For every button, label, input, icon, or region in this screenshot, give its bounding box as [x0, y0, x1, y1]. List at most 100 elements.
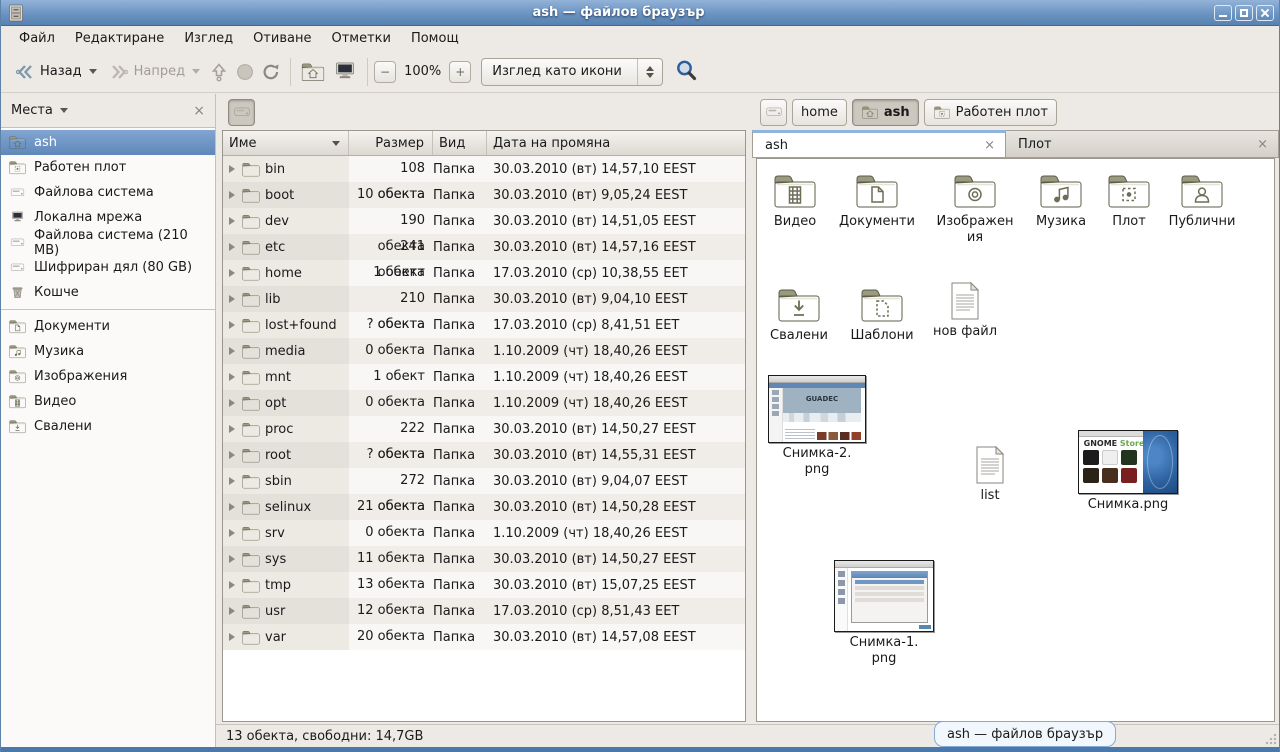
expander-icon[interactable]	[229, 373, 235, 381]
expander-icon[interactable]	[229, 295, 235, 303]
forward-button[interactable]: Напред	[103, 59, 206, 85]
titlebar[interactable]: ash — файлов браузър	[1, 0, 1279, 26]
tab-plot[interactable]: Плот ×	[1006, 130, 1279, 157]
column-header-type[interactable]: Вид	[433, 131, 487, 155]
expander-icon[interactable]	[229, 607, 235, 615]
table-row[interactable]: media 0 обекта Папка 1.10.2009 (чт) 18,4…	[223, 338, 745, 364]
expander-icon[interactable]	[229, 425, 235, 433]
expander-icon[interactable]	[229, 477, 235, 485]
sidebar-item[interactable]: Музика	[1, 339, 215, 364]
table-row[interactable]: lib 210 обекта Папка 30.03.2010 (вт) 9,0…	[223, 286, 745, 312]
table-row[interactable]: srv 0 обекта Папка 1.10.2009 (чт) 18,40,…	[223, 520, 745, 546]
sidebar-item[interactable]: Файлова система (210 MB)	[1, 230, 215, 255]
table-row[interactable]: bin 108 обекта Папка 30.03.2010 (вт) 14,…	[223, 156, 745, 182]
expander-icon[interactable]	[229, 269, 235, 277]
image-item-snimka1[interactable]: Снимка-1.png	[830, 560, 938, 666]
menu-item[interactable]: Отиване	[243, 28, 321, 49]
image-item-snimka2[interactable]: GUADEC Снимка-2.png	[766, 375, 868, 477]
sidebar-item[interactable]: Видео	[1, 389, 215, 414]
file-item-list[interactable]: list	[946, 445, 1034, 504]
back-dropdown-icon[interactable]	[89, 69, 97, 74]
menu-item[interactable]: Файл	[9, 28, 65, 49]
table-row[interactable]: proc 222 обекта Папка 30.03.2010 (вт) 14…	[223, 416, 745, 442]
path-button-home[interactable]: home	[792, 99, 847, 126]
zoom-in-button[interactable]: +	[449, 61, 471, 83]
table-row[interactable]: sbin 272 обекта Папка 30.03.2010 (вт) 9,…	[223, 468, 745, 494]
expander-icon[interactable]	[229, 243, 235, 251]
expander-icon[interactable]	[229, 503, 235, 511]
table-row[interactable]: selinux 21 обекта Папка 30.03.2010 (вт) …	[223, 494, 745, 520]
sidebar-item[interactable]: ash	[1, 130, 215, 155]
expander-icon[interactable]	[229, 529, 235, 537]
column-header-name[interactable]: Име	[223, 131, 349, 155]
table-row[interactable]: root ? обекта Папка 30.03.2010 (вт) 14,5…	[223, 442, 745, 468]
expander-icon[interactable]	[229, 217, 235, 225]
expander-icon[interactable]	[229, 347, 235, 355]
expander-icon[interactable]	[229, 581, 235, 589]
folder-item-public[interactable]: Публични	[1158, 171, 1246, 230]
table-row[interactable]: mnt 1 обект Папка 1.10.2009 (чт) 18,40,2…	[223, 364, 745, 390]
column-header-size[interactable]: Размер	[349, 131, 433, 155]
sidebar-item[interactable]: Кошче	[1, 280, 215, 305]
reload-button[interactable]	[258, 59, 284, 85]
sidebar-item[interactable]: Локална мрежа	[1, 205, 215, 230]
sidebar-item[interactable]: Шифриран дял (80 GB)	[1, 255, 215, 280]
folder-item-downloads[interactable]: Свалени	[756, 285, 843, 344]
minimize-button[interactable]	[1214, 5, 1232, 21]
table-row[interactable]: etc 241 обекта Папка 30.03.2010 (вт) 14,…	[223, 234, 745, 260]
sidebar-item[interactable]: Свалени	[1, 414, 215, 439]
expander-icon[interactable]	[229, 399, 235, 407]
file-item-new-file[interactable]: нов файл	[921, 281, 1009, 340]
menu-item[interactable]: Отметки	[321, 28, 400, 49]
table-row[interactable]: home 1 обект Папка 17.03.2010 (ср) 10,38…	[223, 260, 745, 286]
folder-item-templates[interactable]: Шаблони	[838, 285, 926, 344]
folder-item-video[interactable]: Видео	[756, 171, 839, 230]
icon-view[interactable]: Видео Документи Изображения Музика	[756, 158, 1275, 722]
path-button-ash[interactable]: ash	[852, 99, 919, 126]
folder-item-documents[interactable]: Документи	[833, 171, 921, 230]
table-row[interactable]: usr 12 обекта Папка 17.03.2010 (ср) 8,51…	[223, 598, 745, 624]
sidebar-close-icon[interactable]: ×	[193, 103, 205, 119]
expander-icon[interactable]	[229, 451, 235, 459]
sidebar-item[interactable]: Изображения	[1, 364, 215, 389]
zoom-out-button[interactable]: −	[374, 61, 396, 83]
table-row[interactable]: boot 10 обекта Папка 30.03.2010 (вт) 9,0…	[223, 182, 745, 208]
up-button[interactable]	[206, 59, 232, 85]
table-row[interactable]: var 20 обекта Папка 30.03.2010 (вт) 14,5…	[223, 624, 745, 650]
table-row[interactable]: sys 11 обекта Папка 30.03.2010 (вт) 14,5…	[223, 546, 745, 572]
maximize-button[interactable]	[1235, 5, 1253, 21]
expander-icon[interactable]	[229, 165, 235, 173]
view-mode-select[interactable]: Изглед като икони	[481, 58, 663, 86]
sidebar-item[interactable]: Работен плот	[1, 155, 215, 180]
root-button[interactable]	[228, 99, 255, 126]
table-row[interactable]: opt 0 обекта Папка 1.10.2009 (чт) 18,40,…	[223, 390, 745, 416]
tab-close-icon[interactable]: ×	[1247, 137, 1268, 152]
chevron-down-icon[interactable]	[60, 108, 68, 113]
resize-grip[interactable]	[1265, 733, 1277, 745]
sidebar-header[interactable]: Места ×	[1, 94, 215, 127]
menu-item[interactable]: Помощ	[401, 28, 469, 49]
home-button[interactable]	[297, 59, 329, 85]
sidebar-item[interactable]: Файлова система	[1, 180, 215, 205]
root-button[interactable]	[760, 99, 787, 126]
table-row[interactable]: lost+found ? обекта Папка 17.03.2010 (ср…	[223, 312, 745, 338]
path-button-desktop[interactable]: Работен плот	[924, 99, 1057, 126]
expander-icon[interactable]	[229, 633, 235, 641]
spinner-icon[interactable]	[638, 66, 662, 78]
folder-item-photos[interactable]: Изображения	[931, 171, 1019, 245]
table-row[interactable]: dev 190 обекта Папка 30.03.2010 (вт) 14,…	[223, 208, 745, 234]
back-button[interactable]: Назад	[9, 59, 103, 85]
search-button[interactable]	[675, 59, 697, 85]
sidebar-item[interactable]: Документи	[1, 314, 215, 339]
menu-item[interactable]: Редактиране	[65, 28, 174, 49]
computer-button[interactable]	[329, 59, 361, 85]
tab-ash[interactable]: ash ×	[752, 130, 1006, 157]
tab-close-icon[interactable]: ×	[974, 138, 995, 153]
close-button[interactable]	[1256, 5, 1274, 21]
expander-icon[interactable]	[229, 191, 235, 199]
column-header-modified[interactable]: Дата на промяна	[487, 131, 745, 155]
expander-icon[interactable]	[229, 555, 235, 563]
image-item-snimka[interactable]: GNOME Store Снимка.png	[1074, 430, 1182, 513]
menu-item[interactable]: Изглед	[174, 28, 243, 49]
expander-icon[interactable]	[229, 321, 235, 329]
